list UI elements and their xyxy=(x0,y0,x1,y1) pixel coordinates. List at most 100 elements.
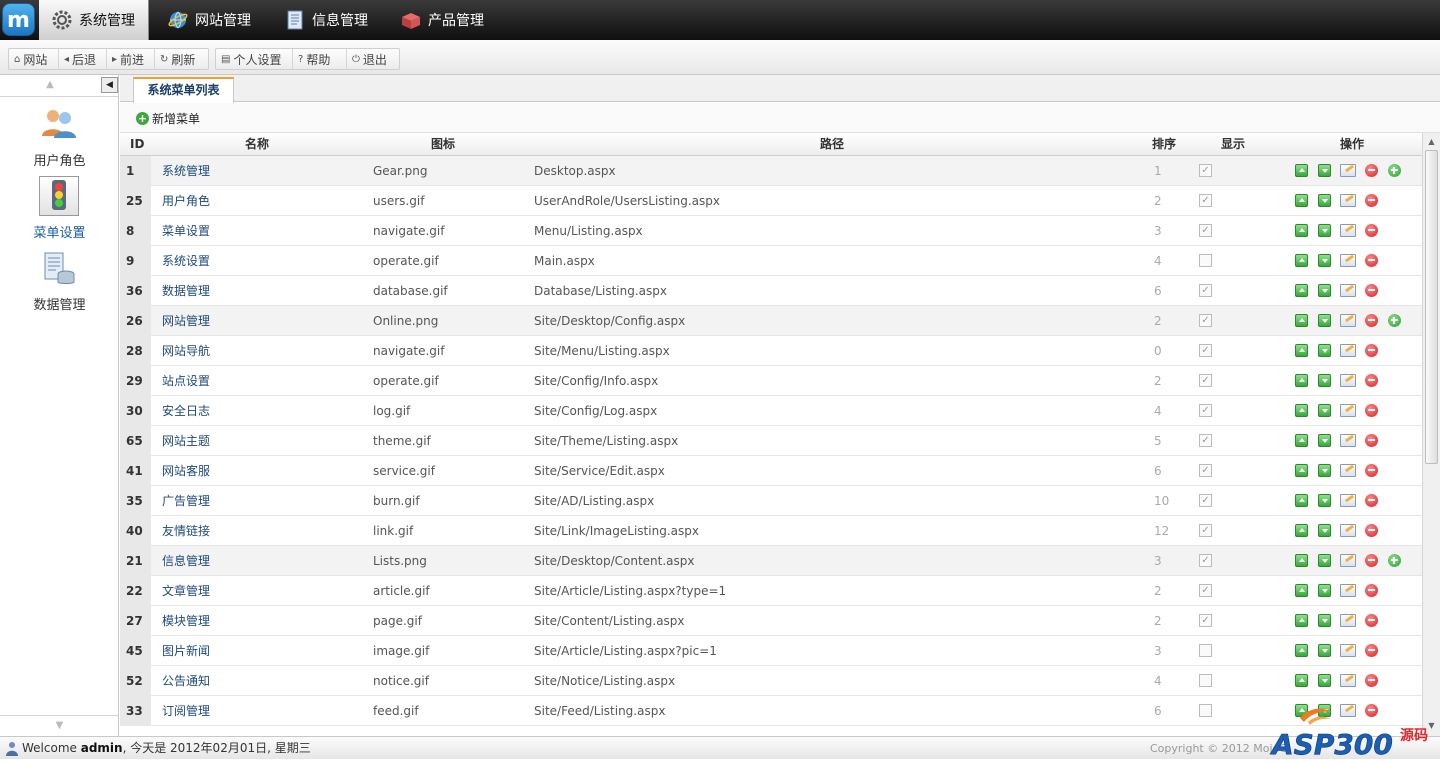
edit-icon[interactable] xyxy=(1340,464,1356,477)
move-up-icon[interactable] xyxy=(1295,644,1308,657)
move-up-icon[interactable] xyxy=(1295,404,1308,417)
move-up-icon[interactable] xyxy=(1295,494,1308,507)
add-child-icon[interactable] xyxy=(1388,554,1401,567)
delete-icon[interactable] xyxy=(1365,254,1378,267)
move-down-icon[interactable] xyxy=(1318,404,1331,417)
sidebar-scroll-down-arrow[interactable]: ▼ xyxy=(0,715,119,735)
row-show-checkbox[interactable]: ✓ xyxy=(1199,434,1212,447)
edit-icon[interactable] xyxy=(1340,644,1356,657)
topnav-info-management[interactable]: 信息管理 xyxy=(272,0,380,40)
add-child-icon[interactable] xyxy=(1388,314,1401,327)
row-name[interactable]: 数据管理 xyxy=(162,276,210,306)
move-down-icon[interactable] xyxy=(1318,524,1331,537)
move-down-icon[interactable] xyxy=(1318,584,1331,597)
edit-icon[interactable] xyxy=(1340,164,1356,177)
move-down-icon[interactable] xyxy=(1318,494,1331,507)
row-show-checkbox[interactable]: ✓ xyxy=(1199,464,1212,477)
edit-icon[interactable] xyxy=(1340,224,1356,237)
row-name[interactable]: 系统设置 xyxy=(162,246,210,276)
move-down-icon[interactable] xyxy=(1318,224,1331,237)
delete-icon[interactable] xyxy=(1365,584,1378,597)
edit-icon[interactable] xyxy=(1340,584,1356,597)
row-name[interactable]: 站点设置 xyxy=(162,366,210,396)
row-name[interactable]: 网站客服 xyxy=(162,456,210,486)
row-show-checkbox[interactable]: ✓ xyxy=(1199,194,1212,207)
row-show-checkbox[interactable] xyxy=(1199,704,1212,717)
row-name[interactable]: 系统管理 xyxy=(162,156,210,186)
move-down-icon[interactable] xyxy=(1318,254,1331,267)
sidebar-collapse-button[interactable]: ◀ xyxy=(101,77,118,93)
edit-icon[interactable] xyxy=(1340,194,1356,207)
tab-system-menu-list[interactable]: 系统菜单列表 xyxy=(133,77,234,103)
delete-icon[interactable] xyxy=(1365,224,1378,237)
move-up-icon[interactable] xyxy=(1295,584,1308,597)
row-name[interactable]: 网站主题 xyxy=(162,426,210,456)
move-up-icon[interactable] xyxy=(1295,554,1308,567)
logout-button[interactable]: ⏻ 退出 xyxy=(347,49,399,69)
move-up-icon[interactable] xyxy=(1295,524,1308,537)
move-down-icon[interactable] xyxy=(1318,614,1331,627)
delete-icon[interactable] xyxy=(1365,314,1378,327)
edit-icon[interactable] xyxy=(1340,404,1356,417)
move-down-icon[interactable] xyxy=(1318,314,1331,327)
help-button[interactable]: ? 帮助 xyxy=(293,49,347,69)
edit-icon[interactable] xyxy=(1340,434,1356,447)
move-down-icon[interactable] xyxy=(1318,194,1331,207)
move-down-icon[interactable] xyxy=(1318,344,1331,357)
edit-icon[interactable] xyxy=(1340,674,1356,687)
row-name[interactable]: 信息管理 xyxy=(162,546,210,576)
add-child-icon[interactable] xyxy=(1388,164,1401,177)
move-up-icon[interactable] xyxy=(1295,344,1308,357)
move-down-icon[interactable] xyxy=(1318,644,1331,657)
row-show-checkbox[interactable]: ✓ xyxy=(1199,344,1212,357)
move-up-icon[interactable] xyxy=(1295,374,1308,387)
move-down-icon[interactable] xyxy=(1318,674,1331,687)
move-up-icon[interactable] xyxy=(1295,224,1308,237)
move-down-icon[interactable] xyxy=(1318,284,1331,297)
delete-icon[interactable] xyxy=(1365,464,1378,477)
row-name[interactable]: 订阅管理 xyxy=(162,696,210,726)
delete-icon[interactable] xyxy=(1365,614,1378,627)
row-name[interactable]: 用户角色 xyxy=(162,186,210,216)
back-button[interactable]: ◂ 后退 xyxy=(59,49,107,69)
sidebar-item-data-management[interactable]: 数据管理 xyxy=(0,250,119,316)
delete-icon[interactable] xyxy=(1365,344,1378,357)
app-logo[interactable]: m xyxy=(2,3,35,36)
row-name[interactable]: 菜单设置 xyxy=(162,216,210,246)
row-name[interactable]: 公告通知 xyxy=(162,666,210,696)
edit-icon[interactable] xyxy=(1340,254,1356,267)
row-name[interactable]: 模块管理 xyxy=(162,606,210,636)
move-up-icon[interactable] xyxy=(1295,314,1308,327)
scroll-up-arrow[interactable]: ▲ xyxy=(1425,135,1438,148)
row-show-checkbox[interactable] xyxy=(1199,674,1212,687)
move-down-icon[interactable] xyxy=(1318,164,1331,177)
edit-icon[interactable] xyxy=(1340,494,1356,507)
vertical-scrollbar[interactable]: ▲ ▼ xyxy=(1422,133,1440,736)
delete-icon[interactable] xyxy=(1365,374,1378,387)
sidebar-item-user-roles[interactable]: 用户角色 xyxy=(0,106,119,172)
edit-icon[interactable] xyxy=(1340,374,1356,387)
topnav-product-management[interactable]: 产品管理 xyxy=(388,0,496,40)
move-up-icon[interactable] xyxy=(1295,284,1308,297)
edit-icon[interactable] xyxy=(1340,524,1356,537)
site-button[interactable]: ⌂ 网站 xyxy=(9,49,59,69)
delete-icon[interactable] xyxy=(1365,674,1378,687)
delete-icon[interactable] xyxy=(1365,404,1378,417)
edit-icon[interactable] xyxy=(1340,314,1356,327)
move-down-icon[interactable] xyxy=(1318,374,1331,387)
row-name[interactable]: 文章管理 xyxy=(162,576,210,606)
row-show-checkbox[interactable]: ✓ xyxy=(1199,224,1212,237)
move-up-icon[interactable] xyxy=(1295,434,1308,447)
sidebar-item-menu-settings[interactable]: 菜单设置 xyxy=(0,176,119,244)
row-show-checkbox[interactable] xyxy=(1199,254,1212,267)
delete-icon[interactable] xyxy=(1365,284,1378,297)
row-name[interactable]: 图片新闻 xyxy=(162,636,210,666)
row-show-checkbox[interactable]: ✓ xyxy=(1199,584,1212,597)
topnav-site-management[interactable]: 网站管理 xyxy=(155,0,263,40)
delete-icon[interactable] xyxy=(1365,554,1378,567)
row-name[interactable]: 广告管理 xyxy=(162,486,210,516)
edit-icon[interactable] xyxy=(1340,554,1356,567)
topnav-system-management[interactable]: 系统管理 xyxy=(39,0,149,40)
move-up-icon[interactable] xyxy=(1295,614,1308,627)
edit-icon[interactable] xyxy=(1340,344,1356,357)
